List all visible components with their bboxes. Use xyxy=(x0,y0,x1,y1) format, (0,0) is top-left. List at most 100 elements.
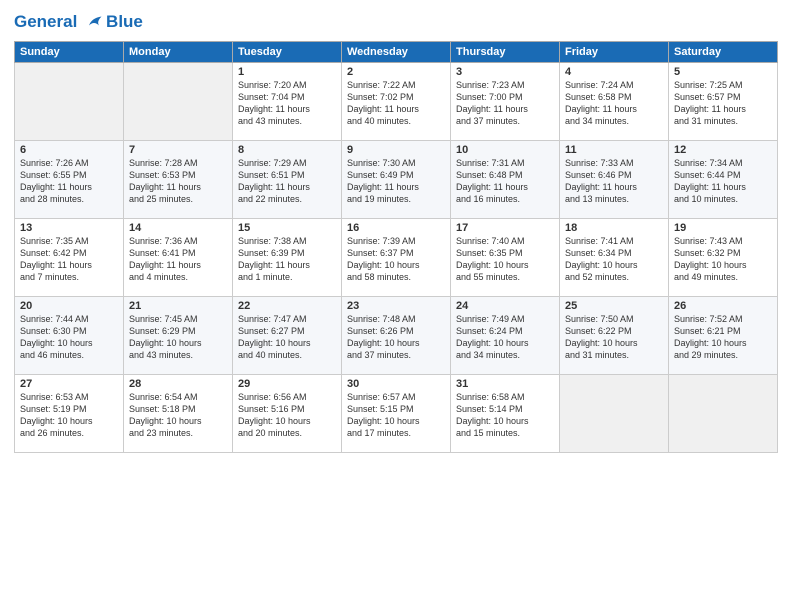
weekday-header-friday: Friday xyxy=(560,41,669,62)
cell-content: Sunrise: 6:53 AM Sunset: 5:19 PM Dayligh… xyxy=(20,391,118,440)
calendar-cell: 22Sunrise: 7:47 AM Sunset: 6:27 PM Dayli… xyxy=(233,296,342,374)
calendar-cell: 25Sunrise: 7:50 AM Sunset: 6:22 PM Dayli… xyxy=(560,296,669,374)
day-number: 24 xyxy=(456,300,554,312)
cell-content: Sunrise: 7:29 AM Sunset: 6:51 PM Dayligh… xyxy=(238,157,336,206)
logo-blue: Blue xyxy=(106,12,143,32)
day-number: 18 xyxy=(565,222,663,234)
cell-content: Sunrise: 7:24 AM Sunset: 6:58 PM Dayligh… xyxy=(565,79,663,128)
day-number: 11 xyxy=(565,144,663,156)
calendar-row-4: 27Sunrise: 6:53 AM Sunset: 5:19 PM Dayli… xyxy=(15,374,778,452)
cell-content: Sunrise: 6:58 AM Sunset: 5:14 PM Dayligh… xyxy=(456,391,554,440)
day-number: 17 xyxy=(456,222,554,234)
calendar-cell xyxy=(15,62,124,140)
weekday-header-sunday: Sunday xyxy=(15,41,124,62)
calendar-table: SundayMondayTuesdayWednesdayThursdayFrid… xyxy=(14,41,778,453)
day-number: 3 xyxy=(456,66,554,78)
cell-content: Sunrise: 7:47 AM Sunset: 6:27 PM Dayligh… xyxy=(238,313,336,362)
calendar-cell: 13Sunrise: 7:35 AM Sunset: 6:42 PM Dayli… xyxy=(15,218,124,296)
calendar-row-0: 1Sunrise: 7:20 AM Sunset: 7:04 PM Daylig… xyxy=(15,62,778,140)
cell-content: Sunrise: 7:33 AM Sunset: 6:46 PM Dayligh… xyxy=(565,157,663,206)
day-number: 19 xyxy=(674,222,772,234)
calendar-cell: 6Sunrise: 7:26 AM Sunset: 6:55 PM Daylig… xyxy=(15,140,124,218)
calendar-cell: 11Sunrise: 7:33 AM Sunset: 6:46 PM Dayli… xyxy=(560,140,669,218)
calendar-cell: 16Sunrise: 7:39 AM Sunset: 6:37 PM Dayli… xyxy=(342,218,451,296)
day-number: 29 xyxy=(238,378,336,390)
calendar-cell: 15Sunrise: 7:38 AM Sunset: 6:39 PM Dayli… xyxy=(233,218,342,296)
cell-content: Sunrise: 7:28 AM Sunset: 6:53 PM Dayligh… xyxy=(129,157,227,206)
calendar-cell: 29Sunrise: 6:56 AM Sunset: 5:16 PM Dayli… xyxy=(233,374,342,452)
weekday-header-thursday: Thursday xyxy=(451,41,560,62)
cell-content: Sunrise: 7:25 AM Sunset: 6:57 PM Dayligh… xyxy=(674,79,772,128)
day-number: 14 xyxy=(129,222,227,234)
day-number: 30 xyxy=(347,378,445,390)
cell-content: Sunrise: 7:49 AM Sunset: 6:24 PM Dayligh… xyxy=(456,313,554,362)
calendar-cell: 3Sunrise: 7:23 AM Sunset: 7:00 PM Daylig… xyxy=(451,62,560,140)
cell-content: Sunrise: 7:52 AM Sunset: 6:21 PM Dayligh… xyxy=(674,313,772,362)
weekday-header-row: SundayMondayTuesdayWednesdayThursdayFrid… xyxy=(15,41,778,62)
day-number: 20 xyxy=(20,300,118,312)
day-number: 15 xyxy=(238,222,336,234)
logo-bird-icon xyxy=(84,13,104,33)
header: General Blue xyxy=(14,12,778,33)
calendar-cell: 9Sunrise: 7:30 AM Sunset: 6:49 PM Daylig… xyxy=(342,140,451,218)
calendar-cell: 7Sunrise: 7:28 AM Sunset: 6:53 PM Daylig… xyxy=(124,140,233,218)
day-number: 13 xyxy=(20,222,118,234)
cell-content: Sunrise: 6:56 AM Sunset: 5:16 PM Dayligh… xyxy=(238,391,336,440)
cell-content: Sunrise: 7:30 AM Sunset: 6:49 PM Dayligh… xyxy=(347,157,445,206)
day-number: 8 xyxy=(238,144,336,156)
logo-text: General xyxy=(14,12,104,33)
weekday-header-wednesday: Wednesday xyxy=(342,41,451,62)
cell-content: Sunrise: 7:23 AM Sunset: 7:00 PM Dayligh… xyxy=(456,79,554,128)
cell-content: Sunrise: 7:22 AM Sunset: 7:02 PM Dayligh… xyxy=(347,79,445,128)
calendar-cell: 24Sunrise: 7:49 AM Sunset: 6:24 PM Dayli… xyxy=(451,296,560,374)
day-number: 22 xyxy=(238,300,336,312)
day-number: 21 xyxy=(129,300,227,312)
day-number: 12 xyxy=(674,144,772,156)
cell-content: Sunrise: 7:39 AM Sunset: 6:37 PM Dayligh… xyxy=(347,235,445,284)
day-number: 26 xyxy=(674,300,772,312)
cell-content: Sunrise: 7:38 AM Sunset: 6:39 PM Dayligh… xyxy=(238,235,336,284)
calendar-cell: 17Sunrise: 7:40 AM Sunset: 6:35 PM Dayli… xyxy=(451,218,560,296)
weekday-header-tuesday: Tuesday xyxy=(233,41,342,62)
day-number: 1 xyxy=(238,66,336,78)
day-number: 28 xyxy=(129,378,227,390)
calendar-cell: 1Sunrise: 7:20 AM Sunset: 7:04 PM Daylig… xyxy=(233,62,342,140)
calendar-cell: 27Sunrise: 6:53 AM Sunset: 5:19 PM Dayli… xyxy=(15,374,124,452)
cell-content: Sunrise: 7:50 AM Sunset: 6:22 PM Dayligh… xyxy=(565,313,663,362)
calendar-cell: 4Sunrise: 7:24 AM Sunset: 6:58 PM Daylig… xyxy=(560,62,669,140)
calendar-page: General Blue SundayMondayTuesdayWednesda… xyxy=(0,0,792,612)
day-number: 10 xyxy=(456,144,554,156)
day-number: 2 xyxy=(347,66,445,78)
day-number: 27 xyxy=(20,378,118,390)
calendar-row-1: 6Sunrise: 7:26 AM Sunset: 6:55 PM Daylig… xyxy=(15,140,778,218)
cell-content: Sunrise: 6:54 AM Sunset: 5:18 PM Dayligh… xyxy=(129,391,227,440)
calendar-cell xyxy=(669,374,778,452)
calendar-cell: 26Sunrise: 7:52 AM Sunset: 6:21 PM Dayli… xyxy=(669,296,778,374)
calendar-cell xyxy=(560,374,669,452)
calendar-cell: 28Sunrise: 6:54 AM Sunset: 5:18 PM Dayli… xyxy=(124,374,233,452)
cell-content: Sunrise: 7:41 AM Sunset: 6:34 PM Dayligh… xyxy=(565,235,663,284)
day-number: 31 xyxy=(456,378,554,390)
cell-content: Sunrise: 7:44 AM Sunset: 6:30 PM Dayligh… xyxy=(20,313,118,362)
day-number: 5 xyxy=(674,66,772,78)
calendar-cell: 14Sunrise: 7:36 AM Sunset: 6:41 PM Dayli… xyxy=(124,218,233,296)
calendar-cell: 5Sunrise: 7:25 AM Sunset: 6:57 PM Daylig… xyxy=(669,62,778,140)
logo-general: General xyxy=(14,12,77,31)
calendar-cell: 23Sunrise: 7:48 AM Sunset: 6:26 PM Dayli… xyxy=(342,296,451,374)
calendar-cell: 31Sunrise: 6:58 AM Sunset: 5:14 PM Dayli… xyxy=(451,374,560,452)
cell-content: Sunrise: 7:26 AM Sunset: 6:55 PM Dayligh… xyxy=(20,157,118,206)
day-number: 7 xyxy=(129,144,227,156)
calendar-cell xyxy=(124,62,233,140)
cell-content: Sunrise: 7:43 AM Sunset: 6:32 PM Dayligh… xyxy=(674,235,772,284)
day-number: 23 xyxy=(347,300,445,312)
weekday-header-saturday: Saturday xyxy=(669,41,778,62)
cell-content: Sunrise: 7:36 AM Sunset: 6:41 PM Dayligh… xyxy=(129,235,227,284)
calendar-cell: 12Sunrise: 7:34 AM Sunset: 6:44 PM Dayli… xyxy=(669,140,778,218)
day-number: 6 xyxy=(20,144,118,156)
cell-content: Sunrise: 7:40 AM Sunset: 6:35 PM Dayligh… xyxy=(456,235,554,284)
calendar-row-3: 20Sunrise: 7:44 AM Sunset: 6:30 PM Dayli… xyxy=(15,296,778,374)
calendar-cell: 30Sunrise: 6:57 AM Sunset: 5:15 PM Dayli… xyxy=(342,374,451,452)
cell-content: Sunrise: 7:20 AM Sunset: 7:04 PM Dayligh… xyxy=(238,79,336,128)
calendar-row-2: 13Sunrise: 7:35 AM Sunset: 6:42 PM Dayli… xyxy=(15,218,778,296)
cell-content: Sunrise: 7:35 AM Sunset: 6:42 PM Dayligh… xyxy=(20,235,118,284)
